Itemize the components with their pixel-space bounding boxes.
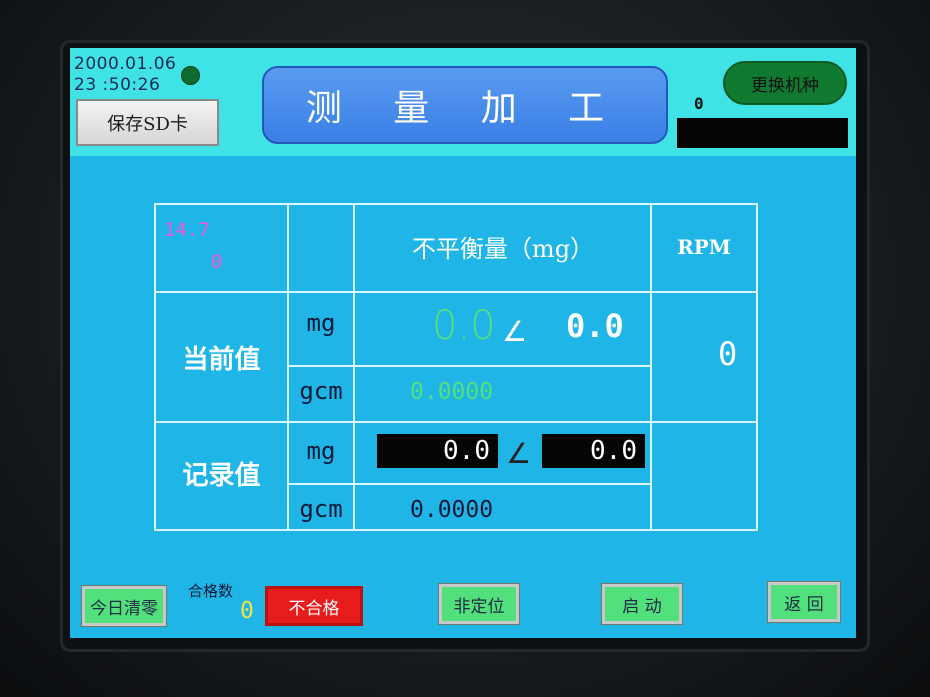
pass-count-label: 合格数 xyxy=(188,582,234,600)
current-gcm-value: 0.0000 xyxy=(410,379,494,405)
current-mg-value: 0.0 xyxy=(432,303,496,349)
status-indicator-icon xyxy=(181,66,200,85)
back-button[interactable]: 返 回 xyxy=(767,581,841,623)
top-counter: 0 xyxy=(694,94,704,113)
unit-mg-record: mg xyxy=(306,437,336,465)
fail-button[interactable]: 不合格 xyxy=(265,586,363,626)
time-text: 23 :50:26 xyxy=(74,75,161,95)
model-name-field xyxy=(677,118,848,148)
unit-gcm-record: gcm xyxy=(299,495,343,523)
current-mg-angle: 0.0 xyxy=(566,307,624,345)
rpm-header: RPM xyxy=(677,235,731,259)
grid-line xyxy=(353,205,355,529)
grid-line xyxy=(287,483,651,485)
hmi-screen: 2000.01.06 23 :50:26 保存SD卡 测 量 加 工 更换机种 … xyxy=(70,48,856,638)
record-mg-value: 0.0 xyxy=(443,436,490,466)
record-mg-value-field[interactable]: 0.0 xyxy=(377,434,498,468)
record-mg-angle-field[interactable]: 0.0 xyxy=(542,434,645,468)
measurement-table: 14.7 0 不平衡量（mg） RPM 当前值 记录值 mg gcm mg gc… xyxy=(154,203,758,531)
unbalance-header: 不平衡量（mg） xyxy=(411,235,595,263)
grid-line xyxy=(287,205,289,529)
unit-gcm-current: gcm xyxy=(299,377,343,405)
header-bar: 2000.01.06 23 :50:26 保存SD卡 测 量 加 工 更换机种 … xyxy=(70,48,856,156)
record-mg-angle: 0.0 xyxy=(590,436,637,466)
grid-line xyxy=(156,421,756,423)
record-gcm-value: 0.0000 xyxy=(410,497,494,523)
save-sd-card-button[interactable]: 保存SD卡 xyxy=(76,99,219,146)
pass-count-value: 0 xyxy=(240,598,254,624)
start-button[interactable]: 启 动 xyxy=(601,583,683,625)
datetime-display: 2000.01.06 23 :50:26 xyxy=(74,54,176,96)
page-title: 测 量 加 工 xyxy=(262,66,668,144)
grid-line xyxy=(287,365,651,367)
rpm-value: 0 xyxy=(718,335,738,373)
unposition-button[interactable]: 非定位 xyxy=(438,583,520,625)
date-text: 2000.01.06 xyxy=(74,54,177,74)
current-value-label: 当前值 xyxy=(182,345,261,375)
pink-value-bottom: 0 xyxy=(211,251,223,273)
change-model-button[interactable]: 更换机种 xyxy=(723,61,847,105)
angle-icon: ∠ xyxy=(506,437,532,470)
unit-mg-current: mg xyxy=(306,309,336,337)
record-value-label: 记录值 xyxy=(182,461,261,491)
clear-today-button[interactable]: 今日清零 xyxy=(81,585,167,627)
grid-line xyxy=(156,291,756,293)
angle-icon: ∠ xyxy=(502,315,528,348)
pink-value-top: 14.7 xyxy=(164,219,210,241)
